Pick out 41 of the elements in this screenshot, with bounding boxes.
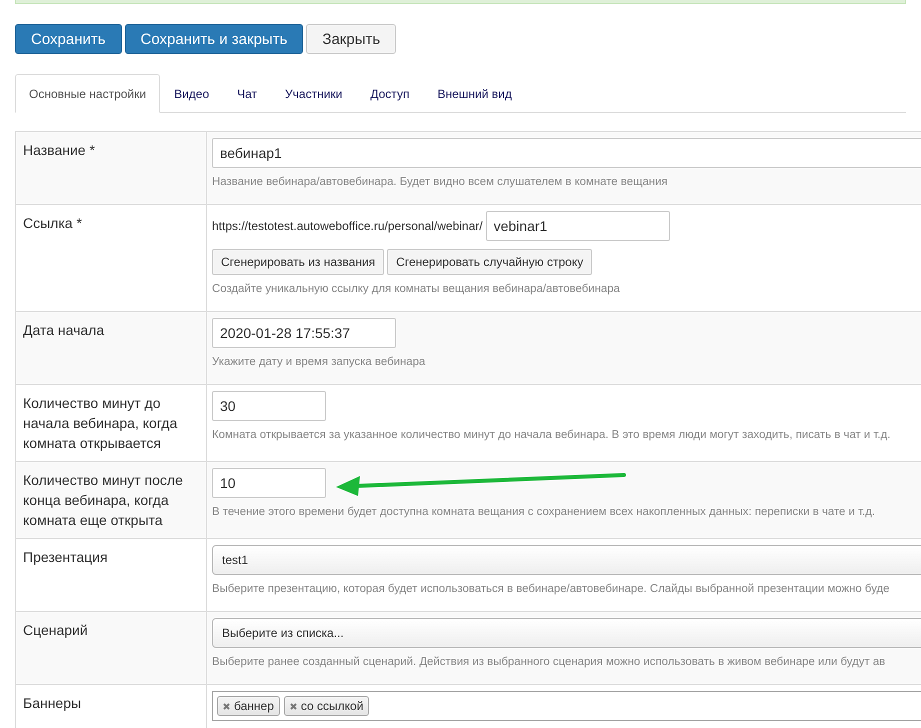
action-button[interactable]: Сохранить xyxy=(15,24,122,54)
action-button[interactable]: Закрыть xyxy=(306,24,396,54)
remove-icon[interactable] xyxy=(290,702,297,710)
tab[interactable]: Чат xyxy=(223,74,272,113)
field-label: Дата начала xyxy=(16,312,207,384)
field-hint: Комната открывается за указанное количество минут до начала вебинара. В это время люди могут заходить, писать в чат и т.д. xyxy=(212,429,892,441)
tab[interactable]: Внешний вид xyxy=(423,74,526,113)
text-field[interactable]: вебинар1 xyxy=(212,138,921,168)
field-hint: Укажите дату и время запуска вебинара xyxy=(212,356,426,368)
field-label: Название * xyxy=(16,132,207,204)
field-label: Баннеры xyxy=(16,685,207,728)
select-field[interactable]: test1 xyxy=(212,545,921,575)
field-label: Ссылка * xyxy=(16,205,207,311)
url-prefix: https://testotest.autoweboffice.ru/personal/webinar/ xyxy=(212,219,483,233)
field-hint: Создайте уникальную ссылку для комнаты вещания вебинара/автовебинара xyxy=(212,283,621,295)
tag-chip[interactable]: баннер xyxy=(217,696,280,716)
date-field[interactable]: 2020-01-28 17:55:37 xyxy=(212,318,396,348)
tab[interactable]: Доступ xyxy=(356,74,424,113)
field-label: Количество минут после конца вебинара, когда комната еще открыта xyxy=(16,462,207,538)
tag-label: со ссылкой xyxy=(300,699,364,713)
select-field[interactable]: Выберите из списка... xyxy=(212,618,921,648)
remove-icon[interactable] xyxy=(223,702,230,710)
action-button[interactable]: Сохранить и закрыть xyxy=(124,24,304,54)
tag-label: баннер xyxy=(234,699,274,713)
field-label: Презентация xyxy=(16,539,207,611)
field-hint: В течение этого времени будет доступна комната вещания с сохранением всех накопленных данных: переписки в чате и т.д. xyxy=(212,506,876,518)
field-hint: Выберите ранее созданный сценарий. Действия из выбранного сценария можно использовать в живом вебинаре или будут ав xyxy=(212,656,886,668)
number-field[interactable]: 10 xyxy=(212,468,326,498)
field-label: Сценарий xyxy=(16,612,207,684)
field-label: Количество минут до начала вебинара, когда комната открывается xyxy=(16,385,207,461)
number-field[interactable]: 30 xyxy=(212,391,326,421)
field-hint: Выберите презентацию, которая будет использоваться в вебинаре/автовебинаре. Слайды выбранной презентации можно буде xyxy=(212,583,890,595)
generate-button[interactable]: Сгенерировать из названия xyxy=(212,249,384,275)
tag-chip[interactable]: со ссылкой xyxy=(284,696,370,716)
slug-field[interactable]: vebinar1 xyxy=(486,211,670,241)
tab[interactable]: Видео xyxy=(160,74,224,113)
tags-field[interactable]: баннер со ссылкой xyxy=(212,691,921,721)
tab[interactable]: Основные настройки xyxy=(15,74,160,113)
tab[interactable]: Участники xyxy=(271,74,356,113)
generate-button[interactable]: Сгенерировать случайную строку xyxy=(387,249,592,275)
field-hint: Название вебинара/автовебинара. Будет видно всем слушателем в комнате вещания xyxy=(212,176,669,188)
